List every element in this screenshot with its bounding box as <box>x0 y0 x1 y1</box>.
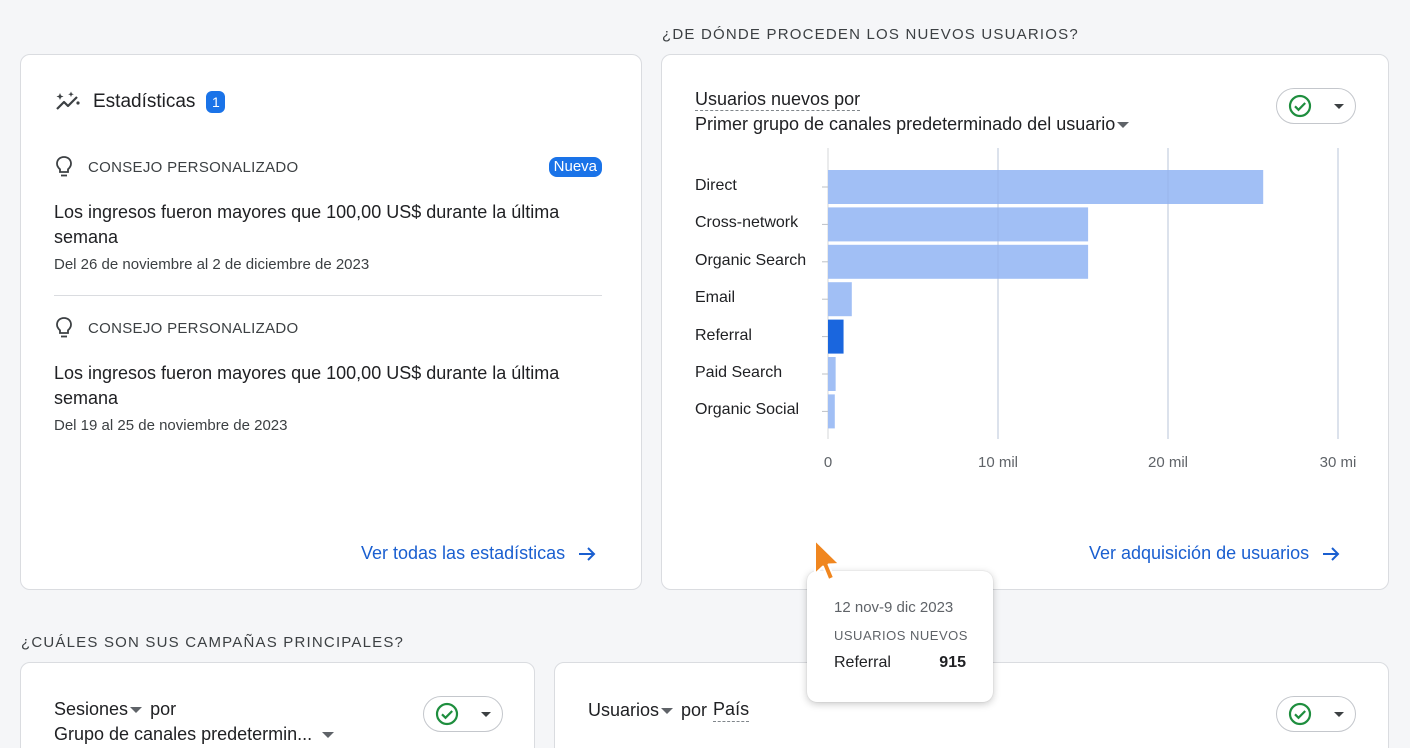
mouse-pointer-icon <box>812 538 844 589</box>
view-all-insights-link[interactable]: Ver todas las estadísticas <box>361 543 596 564</box>
dimension-selector[interactable]: País <box>713 699 750 722</box>
insights-title: Estadísticas <box>93 91 196 112</box>
lightbulb-icon <box>54 316 74 340</box>
category-label: Paid Search <box>695 364 783 381</box>
compare-status-button[interactable] <box>1276 696 1356 732</box>
chevron-down-icon <box>322 731 335 738</box>
chevron-down-icon <box>130 706 143 713</box>
sessions-card-header: Sesiones por Grupo de canales predetermi… <box>54 699 335 745</box>
insights-sparkle-icon <box>55 91 81 113</box>
insights-card: Estadísticas 1 CONSEJO PERSONALIZADO Nue… <box>20 54 642 590</box>
bar-email[interactable] <box>828 282 852 317</box>
metric-selector[interactable]: Sesiones <box>54 699 128 720</box>
tooltip-date: 12 nov-9 dic 2023 <box>834 599 954 616</box>
lightbulb-icon <box>54 155 74 179</box>
tooltip-value: 915 <box>939 654 966 671</box>
insights-header: Estadísticas 1 <box>55 91 226 113</box>
tip-kicker: CONSEJO PERSONALIZADO <box>88 158 299 176</box>
bar-organic-social[interactable] <box>828 394 835 429</box>
category-label: Organic Social <box>695 401 800 419</box>
section-title-new-users: ¿DE DÓNDE PROCEDEN LOS NUEVOS USUARIOS? <box>662 26 1079 43</box>
insights-count-badge: 1 <box>206 91 226 113</box>
dimension-selector[interactable]: Grupo de canales predetermin... <box>54 724 335 745</box>
tip-card[interactable]: CONSEJO PERSONALIZADO Los ingresos fuero… <box>54 315 602 434</box>
bar-organic-search[interactable] <box>828 244 1089 279</box>
check-circle-icon <box>435 702 459 726</box>
tip-date: Del 19 al 25 de noviembre de 2023 <box>54 417 288 434</box>
tooltip-label: Referral <box>834 654 891 671</box>
by-label: por <box>150 699 177 719</box>
tip-text: Los ingresos fueron mayores que 100,00 U… <box>54 202 560 247</box>
category-label: Email <box>695 289 736 307</box>
bar-paid-search[interactable] <box>828 357 836 391</box>
tooltip-metric: USUARIOS NUEVOS <box>834 628 968 643</box>
section-title-campaigns: ¿CUÁLES SON SUS CAMPAÑAS PRINCIPALES? <box>21 634 405 651</box>
category-label: Organic Search <box>695 251 807 269</box>
category-label: Direct <box>695 177 737 194</box>
view-user-acquisition-link[interactable]: Ver adquisición de usuarios <box>1089 543 1340 564</box>
x-tick-label: 30 mi <box>1319 454 1357 471</box>
x-tick-label: 0 <box>823 454 833 471</box>
users-card-header: Usuarios por País <box>588 699 750 722</box>
metric-selector[interactable]: Usuarios <box>588 700 659 721</box>
bar-cross-network[interactable] <box>828 207 1089 242</box>
new-users-card: Usuarios nuevos por Primer grupo de cana… <box>661 54 1389 590</box>
compare-status-button[interactable] <box>423 696 503 732</box>
chevron-down-icon <box>1334 711 1344 717</box>
category-label: Referral <box>695 326 752 344</box>
bar-referral[interactable] <box>828 319 844 354</box>
tip-date: Del 26 de noviembre al 2 de diciembre de… <box>54 256 370 273</box>
new-users-bar-chart <box>822 148 1339 439</box>
check-circle-icon <box>1288 702 1312 726</box>
new-badge: Nueva <box>548 157 602 177</box>
tip-text: Los ingresos fueron mayores que 100,00 U… <box>54 363 560 408</box>
category-label: Cross-network <box>695 214 799 232</box>
dimension-label: Grupo de canales predetermin... <box>54 724 313 744</box>
tip-kicker: CONSEJO PERSONALIZADO <box>88 319 299 337</box>
chart-tooltip: 12 nov-9 dic 2023 USUARIOS NUEVOS Referr… <box>807 571 993 702</box>
by-label: por <box>681 700 708 720</box>
view-all-insights-label: Ver todas las estadísticas <box>361 543 566 563</box>
chevron-down-icon <box>661 707 674 714</box>
divider <box>54 295 602 296</box>
tooltip-row: Referral 915 <box>834 654 966 672</box>
view-user-acquisition-label: Ver adquisición de usuarios <box>1089 543 1310 563</box>
chevron-down-icon <box>481 711 491 717</box>
x-tick-label: 10 mil <box>977 454 1019 471</box>
arrow-right-icon <box>578 546 596 562</box>
bar-direct[interactable] <box>828 170 1264 204</box>
sessions-card: Sesiones por Grupo de canales predetermi… <box>20 662 535 748</box>
tip-card[interactable]: CONSEJO PERSONALIZADO Nueva Los ingresos… <box>54 154 602 273</box>
x-tick-label: 20 mil <box>1147 454 1189 471</box>
arrow-right-icon <box>1322 546 1340 562</box>
